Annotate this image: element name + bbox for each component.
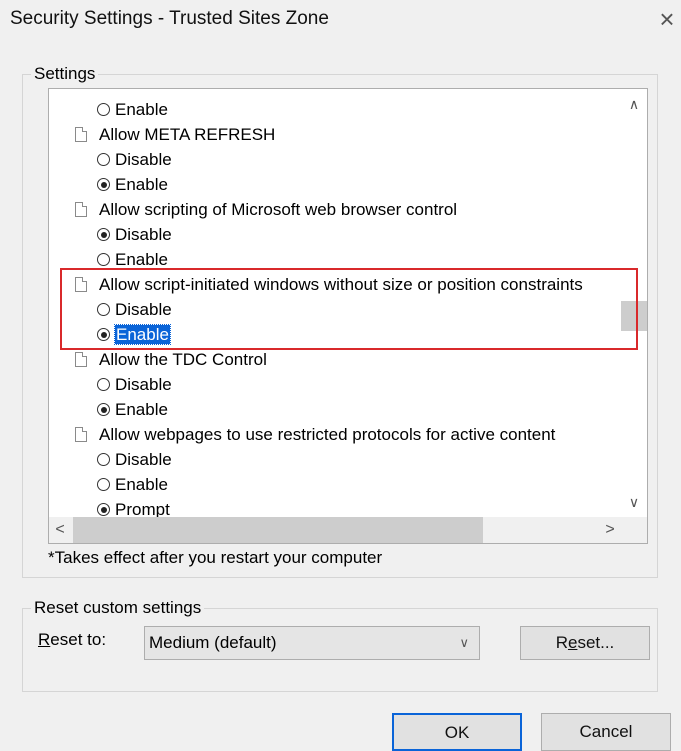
setting-option[interactable]: Disable (49, 297, 621, 322)
settings-list-viewport: Enable Allow META REFRESH Disable Enable All… (49, 89, 621, 517)
radio-checked-icon[interactable] (97, 403, 110, 416)
setting-option-label[interactable]: Disable (115, 150, 172, 169)
setting-option[interactable]: Enable (49, 172, 621, 197)
horizontal-scrollbar[interactable]: < > (49, 517, 621, 543)
setting-option[interactable]: Prompt (49, 497, 621, 517)
vertical-scroll-thumb[interactable] (621, 301, 647, 331)
setting-option-label[interactable]: Prompt (115, 500, 170, 517)
reset-button-text-post: set... (577, 633, 615, 652)
setting-option-label[interactable]: Disable (115, 450, 172, 469)
setting-option[interactable]: Enable (49, 97, 621, 122)
document-icon (75, 427, 87, 442)
setting-option-label[interactable]: Enable (115, 250, 168, 269)
setting-heading: Allow script-initiated windows without s… (49, 272, 621, 297)
setting-option-label[interactable]: Enable (115, 400, 168, 419)
setting-option-label[interactable]: Enable (115, 475, 168, 494)
settings-list[interactable]: Enable Allow META REFRESH Disable Enable All… (48, 88, 648, 544)
setting-option[interactable]: Enable (49, 322, 621, 347)
scroll-down-icon[interactable]: ∨ (621, 491, 647, 513)
setting-option[interactable]: Disable (49, 372, 621, 397)
document-icon (75, 277, 87, 292)
document-icon (75, 127, 87, 142)
radio-unchecked-icon[interactable] (97, 253, 110, 266)
radio-unchecked-icon[interactable] (97, 153, 110, 166)
setting-option-label[interactable]: Disable (115, 225, 172, 244)
radio-checked-icon[interactable] (97, 328, 110, 341)
document-icon (75, 352, 87, 367)
setting-option[interactable]: Enable (49, 397, 621, 422)
setting-heading-label: Allow the TDC Control (99, 350, 267, 369)
setting-option-label[interactable]: Disable (115, 375, 172, 394)
radio-unchecked-icon[interactable] (97, 378, 110, 391)
document-icon (75, 202, 87, 217)
setting-heading: Allow the TDC Control (49, 347, 621, 372)
horizontal-scroll-thumb[interactable] (73, 517, 483, 543)
radio-unchecked-icon[interactable] (97, 103, 110, 116)
setting-heading: Allow META REFRESH (49, 122, 621, 147)
dropdown-value: Medium (default) (149, 633, 277, 652)
scrollbar-corner (621, 517, 647, 543)
restart-note: *Takes effect after you restart your com… (48, 548, 383, 567)
radio-checked-icon[interactable] (97, 503, 110, 516)
setting-option-label[interactable]: Enable (114, 324, 171, 345)
radio-unchecked-icon[interactable] (97, 453, 110, 466)
setting-option[interactable]: Enable (49, 247, 621, 272)
radio-unchecked-icon[interactable] (97, 478, 110, 491)
reset-button-text-pre: R (555, 633, 568, 652)
window-title: Security Settings - Trusted Sites Zone (10, 8, 329, 29)
setting-heading: Allow scripting of Microsoft web browser… (49, 197, 621, 222)
setting-option-label[interactable]: Disable (115, 300, 172, 319)
reset-legend: Reset custom settings (34, 598, 202, 617)
settings-legend: Settings (34, 64, 96, 83)
reset-level-dropdown[interactable]: Medium (default) ∨ (144, 626, 480, 660)
setting-heading-label: Allow scripting of Microsoft web browser… (99, 200, 458, 219)
scroll-left-icon[interactable]: < (49, 517, 71, 543)
scroll-right-icon[interactable]: > (599, 517, 621, 543)
cancel-button[interactable]: Cancel (541, 713, 671, 751)
setting-option-label[interactable]: Enable (115, 175, 168, 194)
close-icon[interactable]: × (647, 0, 681, 38)
ok-button[interactable]: OK (392, 713, 522, 751)
setting-option[interactable]: Enable (49, 472, 621, 497)
chevron-down-icon: ∨ (459, 635, 469, 650)
reset-to-accesskey: R (38, 630, 51, 649)
setting-heading: Allow webpages to use restricted protoco… (49, 422, 621, 447)
setting-option[interactable]: Disable (49, 447, 621, 472)
setting-heading-label: Allow webpages to use restricted protoco… (99, 425, 556, 444)
setting-option[interactable]: Disable (49, 147, 621, 172)
reset-button[interactable]: Reset... (520, 626, 650, 660)
settings-rows: Enable Allow META REFRESH Disable Enable All… (49, 97, 621, 517)
radio-checked-icon[interactable] (97, 178, 110, 191)
radio-checked-icon[interactable] (97, 228, 110, 241)
radio-unchecked-icon[interactable] (97, 303, 110, 316)
reset-to-label: Reset to: (38, 630, 106, 650)
reset-to-label-text: eset to: (50, 630, 107, 649)
setting-heading-label: Allow script-initiated windows without s… (99, 275, 583, 294)
setting-heading-label: Allow META REFRESH (99, 125, 276, 144)
scroll-up-icon[interactable]: ∧ (621, 93, 647, 115)
setting-option[interactable]: Disable (49, 222, 621, 247)
setting-option-label[interactable]: Enable (115, 100, 168, 119)
vertical-scrollbar[interactable]: ∧ ∨ (621, 89, 647, 517)
